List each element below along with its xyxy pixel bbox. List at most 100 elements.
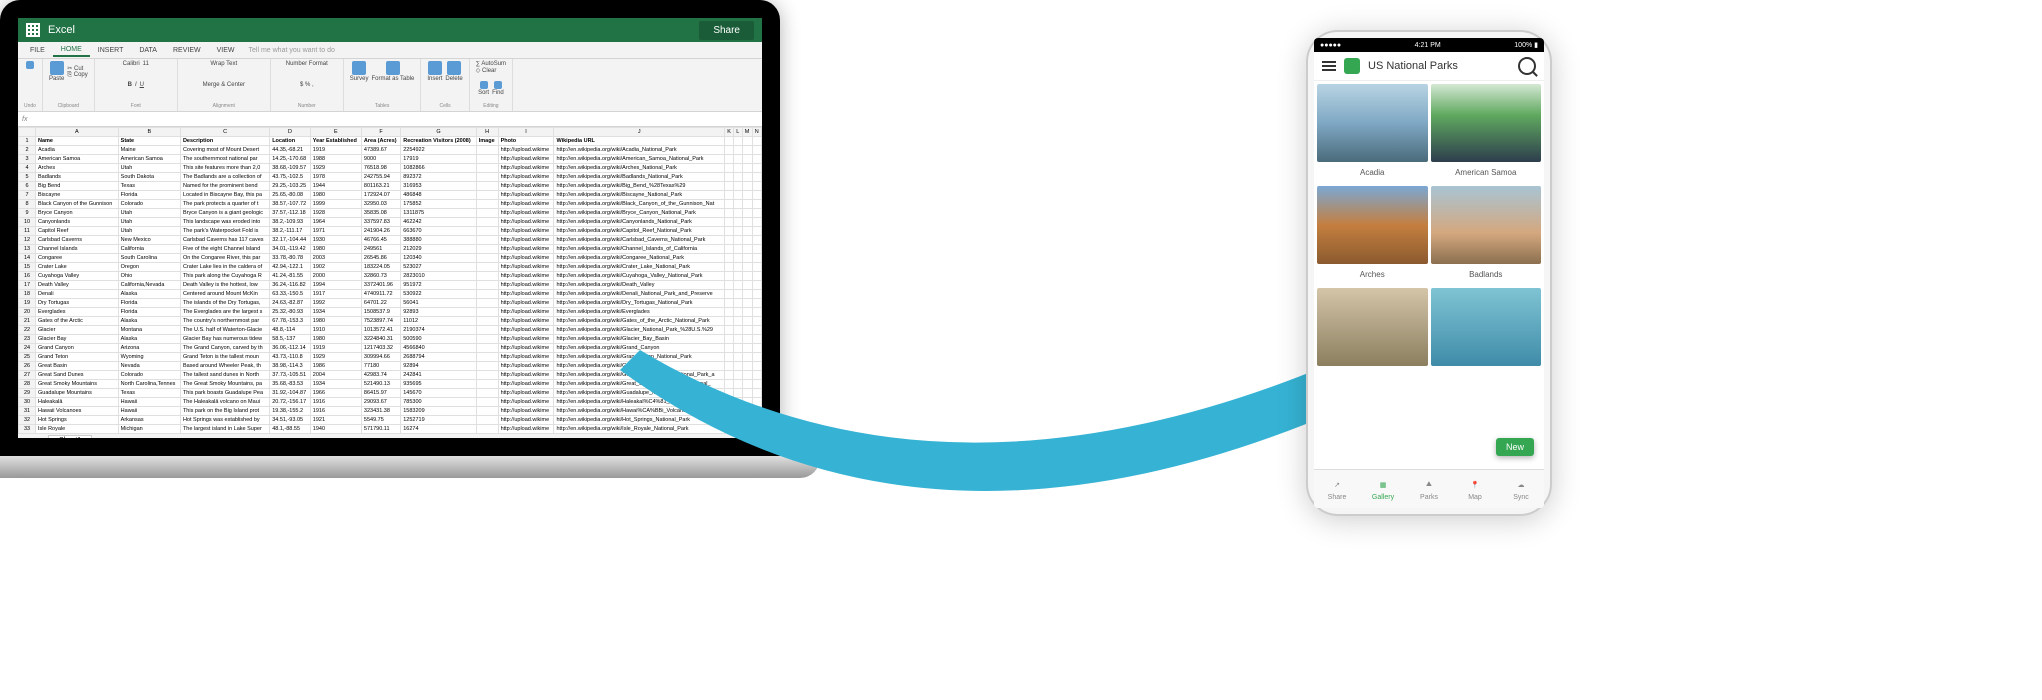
cell[interactable]: http://en.wikipedia.org/wiki/Channel_Isl… bbox=[554, 245, 725, 254]
cell[interactable]: 92893 bbox=[401, 308, 477, 317]
cell[interactable]: 1583209 bbox=[401, 407, 477, 416]
cell[interactable]: 64701.22 bbox=[361, 299, 400, 308]
delete-button[interactable]: Delete bbox=[445, 61, 462, 82]
cell[interactable]: 2003 bbox=[310, 254, 361, 263]
row-header[interactable]: 18 bbox=[19, 290, 36, 299]
cell[interactable]: 43.75,-102.5 bbox=[270, 173, 311, 182]
cell[interactable]: http://en.wikipedia.org/wiki/Hawai%CA%BB… bbox=[554, 407, 725, 416]
cell[interactable]: Acadia bbox=[36, 146, 119, 155]
cell[interactable]: 316953 bbox=[401, 182, 477, 191]
cell[interactable]: Utah bbox=[118, 227, 180, 236]
col-header[interactable]: L bbox=[734, 128, 742, 137]
row-header[interactable]: 11 bbox=[19, 227, 36, 236]
cell[interactable]: Hawaii bbox=[118, 407, 180, 416]
cell[interactable]: Grand Canyon bbox=[36, 344, 119, 353]
cell[interactable] bbox=[476, 263, 498, 272]
row-header[interactable]: 19 bbox=[19, 299, 36, 308]
cell[interactable]: http://en.wikipedia.org/wiki/Denali_Nati… bbox=[554, 290, 725, 299]
cell[interactable]: 2254922 bbox=[401, 146, 477, 155]
cell[interactable]: Channel Islands bbox=[36, 245, 119, 254]
cell[interactable] bbox=[476, 236, 498, 245]
cell[interactable]: 41.24,-81.55 bbox=[270, 272, 311, 281]
row-header[interactable]: 6 bbox=[19, 182, 36, 191]
new-button[interactable]: New bbox=[1496, 438, 1534, 456]
cell[interactable]: http://en.wikipedia.org/wiki/Congaree_Na… bbox=[554, 254, 725, 263]
cell[interactable]: This park boasts Guadalupe Pea bbox=[180, 389, 269, 398]
tell-me-input[interactable]: Tell me what you want to do bbox=[249, 47, 335, 54]
cell[interactable]: http://upload.wikime bbox=[498, 380, 554, 389]
cell[interactable]: 31.92,-104.87 bbox=[270, 389, 311, 398]
cell[interactable] bbox=[476, 407, 498, 416]
cell[interactable]: Glacier Bay has numerous tidew bbox=[180, 335, 269, 344]
cell[interactable]: The Grand Canyon, carved by th bbox=[180, 344, 269, 353]
row-header[interactable]: 3 bbox=[19, 155, 36, 164]
cell[interactable]: North Carolina,Tennes bbox=[118, 380, 180, 389]
cell[interactable]: Florida bbox=[118, 308, 180, 317]
cell[interactable]: 1252719 bbox=[401, 416, 477, 425]
cell[interactable]: 86415.97 bbox=[361, 389, 400, 398]
cell[interactable]: Five of the eight Channel Island bbox=[180, 245, 269, 254]
cell[interactable]: 571790.11 bbox=[361, 425, 400, 434]
cell[interactable]: http://upload.wikime bbox=[498, 182, 554, 191]
cell[interactable]: 1971 bbox=[310, 227, 361, 236]
cell[interactable]: 2004 bbox=[310, 371, 361, 380]
col-header[interactable]: B bbox=[118, 128, 180, 137]
cell[interactable]: Utah bbox=[118, 164, 180, 173]
cell[interactable]: 175852 bbox=[401, 200, 477, 209]
row-header[interactable]: 17 bbox=[19, 281, 36, 290]
cell[interactable]: 29.25,-103.25 bbox=[270, 182, 311, 191]
cell[interactable]: 47389.67 bbox=[361, 146, 400, 155]
cell[interactable]: Nevada bbox=[118, 362, 180, 371]
cell[interactable]: 1966 bbox=[310, 389, 361, 398]
cell[interactable]: Arkansas bbox=[118, 416, 180, 425]
cell[interactable]: http://en.wikipedia.org/wiki/American_Sa… bbox=[554, 155, 725, 164]
cell[interactable]: Arizona bbox=[118, 344, 180, 353]
cell[interactable]: Cuyahoga Valley bbox=[36, 272, 119, 281]
row-header[interactable]: 25 bbox=[19, 353, 36, 362]
cell[interactable]: http://upload.wikime bbox=[498, 245, 554, 254]
cell[interactable]: 500590 bbox=[401, 335, 477, 344]
cell[interactable]: 7523897.74 bbox=[361, 317, 400, 326]
cell[interactable] bbox=[476, 182, 498, 191]
gallery-card[interactable]: Acadia bbox=[1317, 84, 1428, 183]
cell[interactable]: Congaree bbox=[36, 254, 119, 263]
row-header[interactable]: 28 bbox=[19, 380, 36, 389]
row-header[interactable]: 9 bbox=[19, 209, 36, 218]
cell[interactable]: The largest island in Lake Super bbox=[180, 425, 269, 434]
cell[interactable]: 34.51,-93.05 bbox=[270, 416, 311, 425]
cell[interactable]: This site features more than 2,0 bbox=[180, 164, 269, 173]
cell[interactable]: http://upload.wikime bbox=[498, 407, 554, 416]
cell[interactable]: http://en.wikipedia.org/wiki/Great_Basin bbox=[554, 362, 725, 371]
col-header[interactable]: F bbox=[361, 128, 400, 137]
cell[interactable]: http://en.wikipedia.org/wiki/Great_Sand_… bbox=[554, 371, 725, 380]
cell[interactable]: The country's northernmost par bbox=[180, 317, 269, 326]
cell[interactable]: http://upload.wikime bbox=[498, 362, 554, 371]
gallery-card[interactable] bbox=[1431, 288, 1542, 366]
col-header[interactable]: A bbox=[36, 128, 119, 137]
ribbon-tab-view[interactable]: VIEW bbox=[209, 45, 243, 56]
cell[interactable]: Oregon bbox=[118, 263, 180, 272]
cell[interactable]: 3372401.96 bbox=[361, 281, 400, 290]
cell[interactable]: 1934 bbox=[310, 380, 361, 389]
cell[interactable]: http://en.wikipedia.org/wiki/Bryce_Canyo… bbox=[554, 209, 725, 218]
menu-icon[interactable] bbox=[1322, 61, 1336, 71]
cut-button[interactable]: ✂ Cut bbox=[67, 65, 87, 72]
format-table-button[interactable]: Format as Table bbox=[371, 61, 414, 82]
cell[interactable]: http://upload.wikime bbox=[498, 326, 554, 335]
cell[interactable]: 1994 bbox=[310, 281, 361, 290]
underline-button[interactable]: U bbox=[140, 82, 144, 88]
cell[interactable]: Crater Lake bbox=[36, 263, 119, 272]
ribbon-tab-data[interactable]: DATA bbox=[131, 45, 165, 56]
bold-button[interactable]: B bbox=[128, 82, 132, 88]
cell[interactable]: 1980 bbox=[310, 191, 361, 200]
header-cell[interactable]: Name bbox=[36, 137, 119, 146]
cell[interactable] bbox=[476, 380, 498, 389]
cell[interactable]: 33.78,-80.78 bbox=[270, 254, 311, 263]
header-cell[interactable]: Description bbox=[180, 137, 269, 146]
cell[interactable]: 1929 bbox=[310, 353, 361, 362]
cell[interactable]: http://upload.wikime bbox=[498, 416, 554, 425]
merge-button[interactable]: Merge & Center bbox=[203, 82, 245, 88]
cell[interactable]: 1988 bbox=[310, 155, 361, 164]
row-header[interactable]: 29 bbox=[19, 389, 36, 398]
paste-button[interactable]: Paste bbox=[49, 61, 64, 82]
